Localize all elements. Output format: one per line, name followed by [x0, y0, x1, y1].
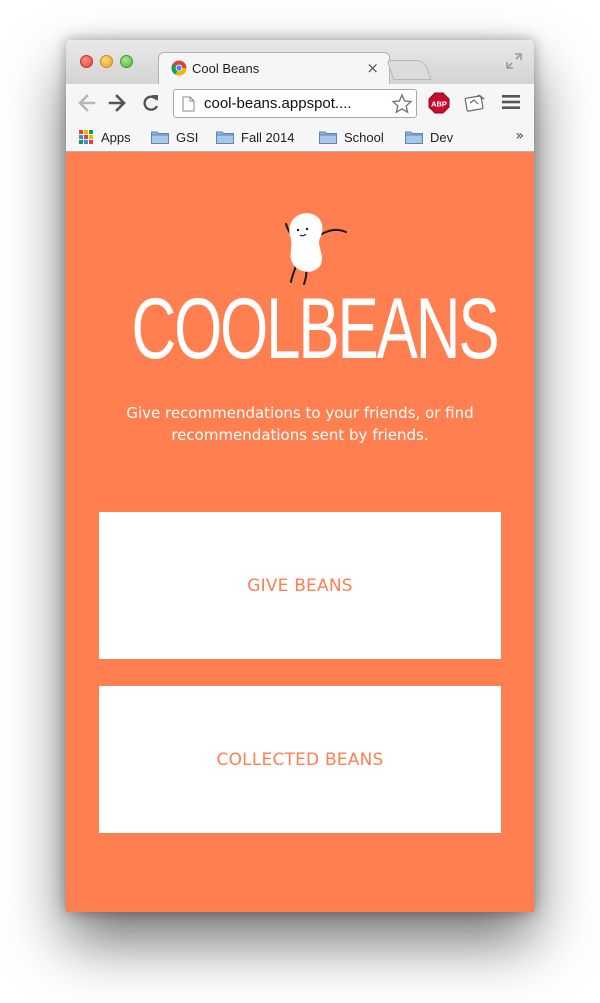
bookmark-label: GSI: [176, 129, 199, 145]
browser-toolbar: cool-beans.appspot.... ABP: [66, 84, 534, 122]
folder-icon: [216, 131, 234, 144]
give-beans-label: GIVE BEANS: [247, 575, 353, 596]
bookmark-folder-dev[interactable]: Dev: [405, 128, 453, 146]
bookmarks-bar: Apps GSI Fall 2014 School Dev »: [66, 122, 534, 152]
tagline: Give recommendations to your friends, or…: [126, 404, 474, 444]
address-bar[interactable]: cool-beans.appspot....: [173, 89, 417, 118]
fullscreen-icon[interactable]: [506, 53, 522, 69]
give-beans-button[interactable]: GIVE BEANS: [99, 512, 501, 659]
tab-cool-beans[interactable]: Cool Beans ×: [158, 52, 390, 84]
page-icon: [182, 96, 195, 112]
bookmark-label: Fall 2014: [241, 129, 295, 145]
bookmark-label: Dev: [430, 129, 454, 145]
zoom-window-button[interactable]: [120, 55, 133, 68]
bookmarks-overflow-chevron-icon[interactable]: »: [515, 128, 524, 144]
bookmark-folder-fall-2014[interactable]: Fall 2014: [216, 128, 294, 146]
forward-arrow-icon[interactable]: [106, 92, 128, 114]
extension-icon[interactable]: [464, 93, 486, 113]
folder-icon: [151, 131, 169, 144]
logo-wordmark: COOLBEANS: [131, 281, 500, 377]
tab-strip: Cool Beans ×: [66, 40, 534, 84]
bookmark-folder-gsi[interactable]: GSI: [151, 128, 198, 146]
url-text: cool-beans.appspot....: [204, 95, 352, 112]
chrome-app-icon: [171, 60, 187, 76]
collected-beans-label: COLLECTED BEANS: [216, 749, 384, 770]
folder-icon: [405, 131, 423, 144]
close-window-button[interactable]: [80, 55, 93, 68]
menu-icon[interactable]: [502, 94, 520, 110]
new-tab-button[interactable]: [386, 60, 432, 80]
bookmark-label: Apps: [101, 129, 131, 145]
collected-beans-button[interactable]: COLLECTED BEANS: [99, 686, 501, 833]
adblock-plus-icon[interactable]: ABP: [428, 92, 450, 114]
page-content: COOLBEANS Give recommendations to your f…: [66, 152, 534, 912]
apps-grid-icon: [79, 130, 93, 144]
bookmark-star-icon[interactable]: [391, 93, 413, 115]
tab-close-icon[interactable]: ×: [366, 59, 379, 77]
back-arrow-icon[interactable]: [76, 92, 98, 114]
minimize-window-button[interactable]: [100, 55, 113, 68]
abp-label: ABP: [431, 100, 447, 109]
bookmark-label: School: [344, 129, 384, 145]
tab-title: Cool Beans: [192, 61, 260, 76]
bookmark-folder-school[interactable]: School: [319, 128, 384, 146]
bookmark-apps[interactable]: Apps: [78, 128, 131, 146]
folder-icon: [319, 131, 337, 144]
reload-icon[interactable]: [140, 92, 162, 114]
browser-window: Cool Beans × cool-beans.appspot.... ABP …: [66, 40, 534, 912]
